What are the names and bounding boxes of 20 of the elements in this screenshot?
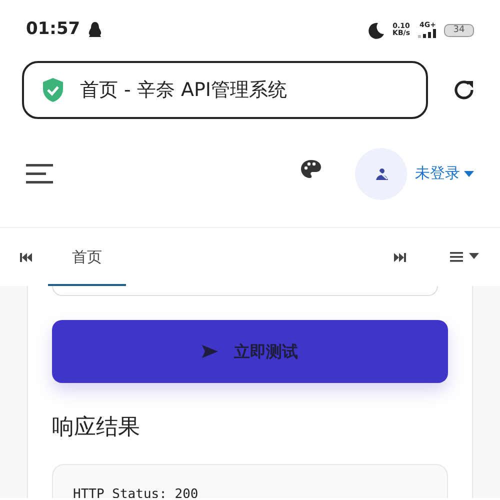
caret-icon: [464, 170, 474, 176]
address-bar[interactable]: 首页 - 辛奈 API管理系统: [22, 61, 428, 119]
reload-icon[interactable]: [452, 78, 476, 102]
last-icon[interactable]: [394, 252, 406, 262]
send-icon: [202, 345, 218, 358]
battery-indicator: 34: [444, 24, 474, 36]
response-line: HTTP Status: 200: [73, 486, 200, 498]
first-icon[interactable]: [20, 252, 32, 262]
user-off-icon: [374, 167, 388, 180]
list-dropdown-icon[interactable]: [450, 252, 480, 262]
avatar-button[interactable]: [355, 148, 407, 200]
login-dropdown[interactable]: 未登录: [415, 162, 474, 185]
penguin-icon: [88, 22, 102, 38]
moon-icon: [368, 22, 385, 38]
section-heading: 响应结果: [52, 414, 141, 442]
page-title: 首页 - 辛奈 API管理系统: [80, 78, 288, 103]
signal-icon: [418, 29, 436, 38]
clock: 01:57: [26, 18, 80, 42]
menu-icon[interactable]: [26, 164, 53, 184]
palette-icon[interactable]: [301, 160, 321, 178]
